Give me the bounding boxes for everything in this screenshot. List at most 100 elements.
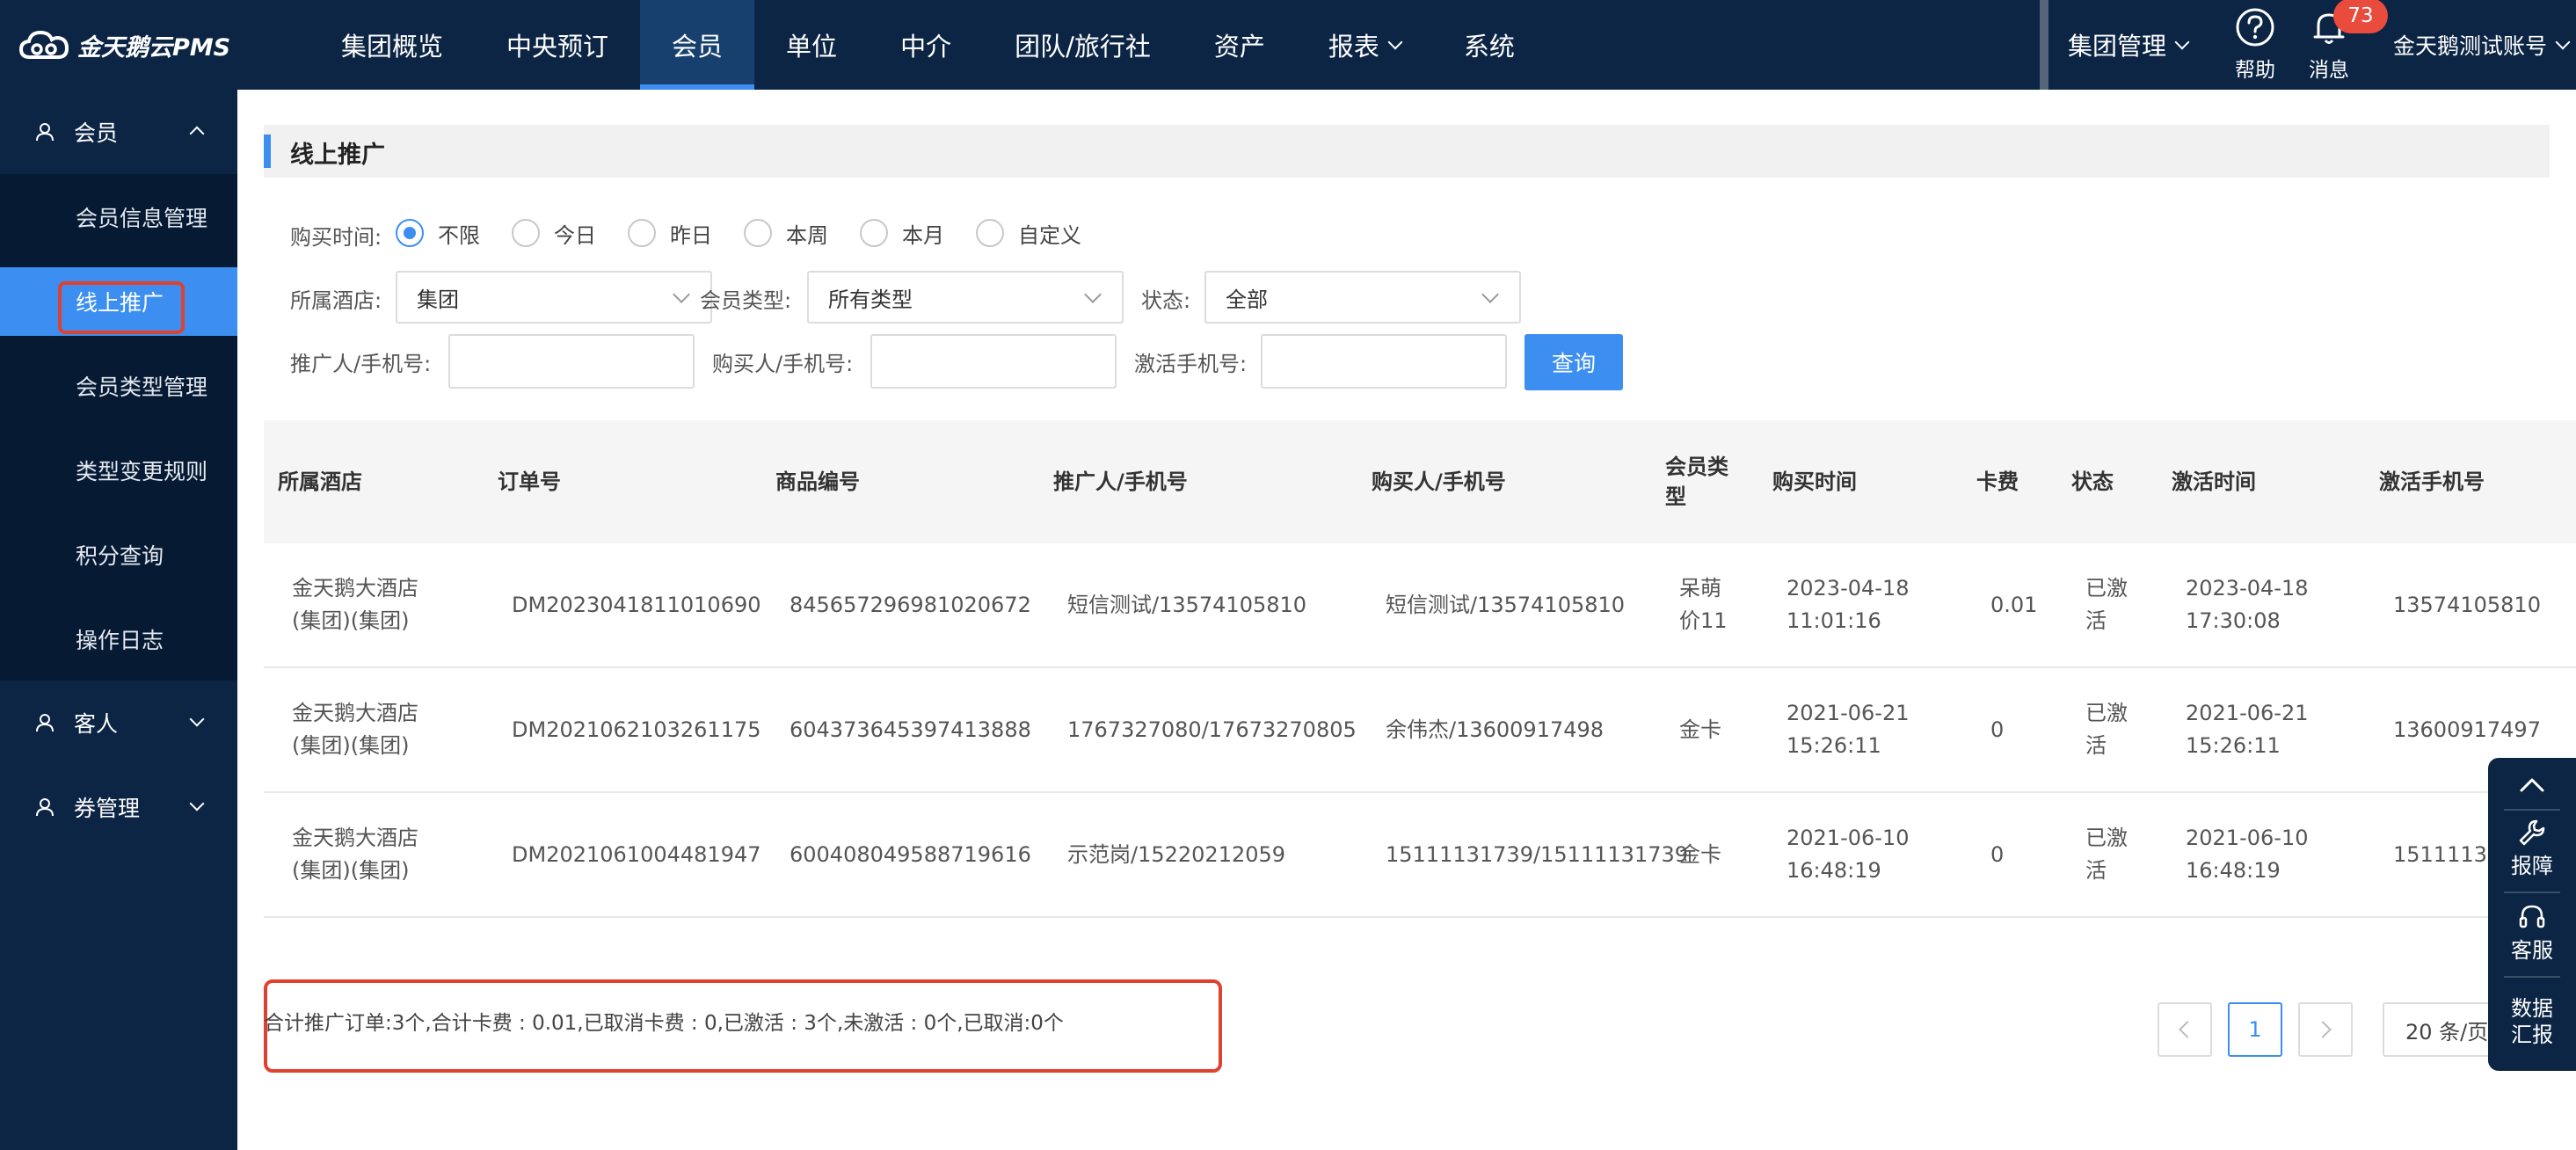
table-row[interactable]: 金天鹅大酒店 (集团)(集团) DM2021062103261175 60437… <box>264 668 2576 793</box>
user-icon <box>36 714 54 732</box>
customer-service-button[interactable]: 客服 <box>2488 902 2576 964</box>
nav-item-reports[interactable]: 报表 <box>1297 0 1432 90</box>
cloud-logo-icon <box>18 30 69 59</box>
app-logo[interactable]: 金天鹅云PMS <box>18 25 230 65</box>
cell-member-type: 金卡 <box>1679 717 1721 742</box>
floating-toolbar: 报障 客服 数据 汇报 <box>2488 758 2576 1071</box>
radio-indicator[interactable] <box>976 219 1004 247</box>
nav-item-agency[interactable]: 中介 <box>869 0 983 90</box>
sidebar-group-guests[interactable]: 客人 <box>0 681 237 765</box>
cell-status: 已激 活 <box>2085 576 2128 633</box>
radio-this-month[interactable]: 本月 <box>860 218 944 249</box>
cell-buyer: 短信测试/13574105810 <box>1386 592 1626 617</box>
prev-page-button[interactable] <box>2158 1002 2212 1057</box>
sidebar-item-label: 会员信息管理 <box>76 206 208 231</box>
nav-item-group-travel[interactable]: 团队/旅行社 <box>983 0 1182 90</box>
cell-card-fee: 0 <box>1990 841 2005 867</box>
cell-purchase-time: 2021-06-10 16:48:19 <box>1786 826 1910 883</box>
hotel-select[interactable]: 集团 <box>396 271 712 324</box>
radio-indicator[interactable] <box>396 219 424 247</box>
cell-purchase-time: 2023-04-18 11:01:16 <box>1786 576 1910 633</box>
radio-label: 不限 <box>438 222 480 248</box>
cell-order-no: DM2021062103261175 <box>512 717 761 742</box>
help-button[interactable]: 帮助 <box>2216 7 2295 86</box>
sidebar-item-label: 操作日志 <box>76 628 164 653</box>
next-page-button[interactable] <box>2298 1002 2353 1057</box>
sidebar-item-member-types[interactable]: 会员类型管理 <box>0 352 237 420</box>
account-menu[interactable]: 金天鹅测试账号 <box>2393 0 2571 90</box>
sidebar-group-coupons[interactable]: 券管理 <box>0 765 237 849</box>
toolbar-divider <box>2504 976 2560 978</box>
nav-item-system[interactable]: 系统 <box>1432 0 1546 90</box>
radio-unlimited[interactable]: 不限 <box>396 218 480 249</box>
chevron-down-icon <box>1387 34 1403 50</box>
nav-item-label: 报表 <box>1328 32 1379 62</box>
cell-status: 已激 活 <box>2085 826 2128 883</box>
search-button[interactable]: 查询 <box>1524 334 1623 390</box>
cell-hotel: 金天鹅大酒店 (集团)(集团) <box>292 576 418 633</box>
headset-icon <box>2519 905 2545 928</box>
status-select[interactable]: 全部 <box>1204 271 1521 324</box>
nav-item-company[interactable]: 单位 <box>754 0 869 90</box>
member-type-filter-label: 会员类型: <box>700 288 792 313</box>
page-size-value: 20 条/页 <box>2405 1019 2489 1044</box>
cell-promoter: 示范岗/15220212059 <box>1067 841 1286 867</box>
main-content: 线上推广 购买时间: 不限 今日 昨日 本周 本月 自定义 所属酒店: 集团 会… <box>237 90 2576 1150</box>
buyer-input[interactable] <box>870 334 1117 389</box>
sidebar-item-operation-log[interactable]: 操作日志 <box>0 605 237 673</box>
user-icon <box>36 798 54 817</box>
nav-item-central-booking[interactable]: 中央预订 <box>475 0 640 90</box>
account-name: 金天鹅测试账号 <box>2393 33 2548 59</box>
column-header-promoter: 推广人/手机号 <box>1053 469 1188 494</box>
sidebar-group-label: 会员 <box>74 120 119 146</box>
nav-item-group-overview[interactable]: 集团概览 <box>309 0 475 90</box>
column-header-hotel: 所属酒店 <box>278 469 362 494</box>
radio-indicator[interactable] <box>628 219 656 247</box>
radio-indicator[interactable] <box>744 219 772 247</box>
cell-member-type: 金卡 <box>1679 841 1721 867</box>
data-report-button[interactable]: 数据 汇报 <box>2488 995 2576 1048</box>
nav-item-members[interactable]: 会员 <box>640 0 755 90</box>
group-management-dropdown[interactable]: 集团管理 <box>2068 0 2190 90</box>
chevron-left-icon <box>2179 1021 2196 1038</box>
messages-button[interactable]: 消息 73 <box>2289 0 2388 86</box>
hotel-filter-label: 所属酒店: <box>290 288 382 313</box>
scroll-top-button[interactable] <box>2488 770 2576 805</box>
purchase-time-label: 购买时间: <box>290 225 382 250</box>
nav-item-assets[interactable]: 资产 <box>1182 0 1297 90</box>
table-row[interactable]: 金天鹅大酒店 (集团)(集团) DM2023041811010690 84565… <box>264 543 2576 668</box>
activation-phone-input[interactable] <box>1261 334 1507 389</box>
column-header-product-no: 商品编号 <box>775 469 860 494</box>
radio-label: 本周 <box>786 222 828 248</box>
radio-yesterday[interactable]: 昨日 <box>628 218 712 249</box>
toolbar-divider <box>2504 809 2560 811</box>
table-row[interactable]: 金天鹅大酒店 (集团)(集团) DM2021061004481947 60040… <box>264 793 2576 918</box>
chevron-down-icon <box>673 286 690 303</box>
sidebar-item-points-query[interactable]: 积分查询 <box>0 520 237 589</box>
page-title-bar: 线上推广 <box>264 125 2550 178</box>
chevron-down-icon <box>189 711 205 727</box>
report-issue-button[interactable]: 报障 <box>2488 818 2576 879</box>
radio-indicator[interactable] <box>512 219 540 247</box>
member-type-select[interactable]: 所有类型 <box>807 271 1124 324</box>
status-filter-label: 状态: <box>1141 288 1191 313</box>
purchase-time-radio-group: 不限 今日 昨日 本周 本月 自定义 <box>396 218 1113 248</box>
activation-phone-filter-label: 激活手机号: <box>1134 352 1248 376</box>
radio-indicator[interactable] <box>860 219 888 247</box>
sidebar-item-member-info[interactable]: 会员信息管理 <box>0 183 237 251</box>
help-icon <box>2236 8 2274 47</box>
radio-today[interactable]: 今日 <box>512 218 596 249</box>
table-header: 所属酒店 订单号 商品编号 推广人/手机号 购买人/手机号 会员类型 购买时间 … <box>264 420 2576 543</box>
radio-label: 自定义 <box>1018 222 1081 248</box>
promoter-input[interactable] <box>448 334 695 389</box>
hotel-select-value: 集团 <box>417 287 459 312</box>
group-management-label: 集团管理 <box>2068 32 2167 61</box>
column-header-status: 状态 <box>2071 469 2114 494</box>
page-number-button[interactable]: 1 <box>2228 1002 2282 1057</box>
sidebar-item-type-change-rules[interactable]: 类型变更规则 <box>0 436 237 505</box>
radio-custom[interactable]: 自定义 <box>976 218 1081 249</box>
radio-this-week[interactable]: 本周 <box>744 218 828 249</box>
sidebar-group-members[interactable]: 会员 <box>0 90 237 174</box>
column-header-purchase-time: 购买时间 <box>1772 469 1857 494</box>
chevron-down-icon <box>2555 34 2571 50</box>
